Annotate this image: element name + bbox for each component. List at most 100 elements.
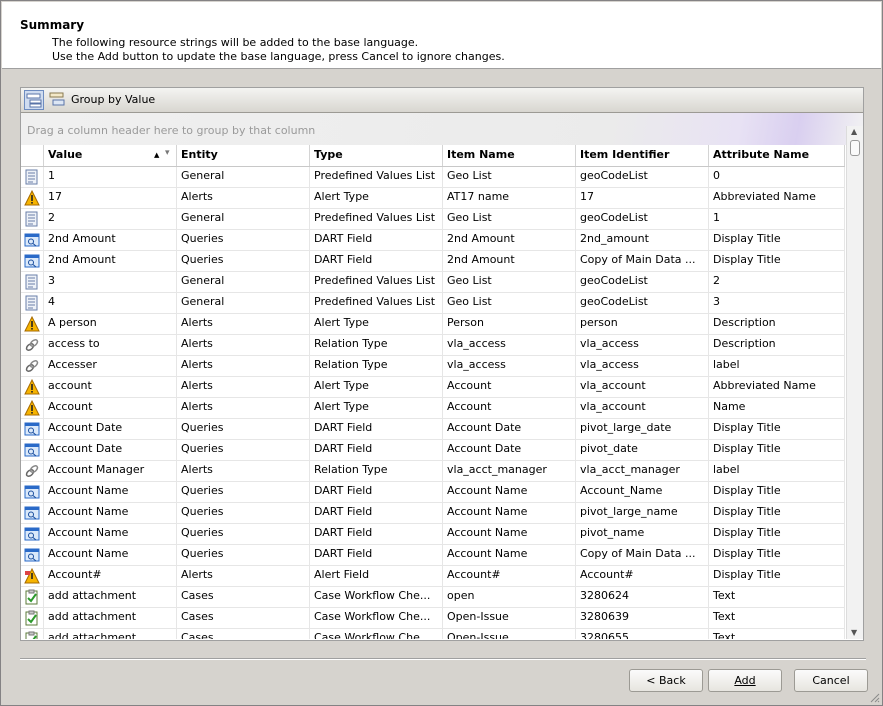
relation-icon: [21, 461, 44, 481]
table-row[interactable]: Account Alerts Alert Type Account vla_accoun…: [21, 398, 845, 419]
group-by-value-button[interactable]: [48, 90, 68, 110]
cell-type: Relation Type: [310, 461, 443, 481]
cell-item-identifier: vla_account: [576, 377, 709, 397]
table-row[interactable]: 2 General Predefined Values List Geo List ge…: [21, 209, 845, 230]
table-row[interactable]: 2nd Amount Queries DART Field 2nd Amount 2nd…: [21, 230, 845, 251]
cell-item-name: Geo List: [443, 293, 576, 313]
cell-item-identifier: person: [576, 314, 709, 334]
cell-value: Account Date: [44, 440, 177, 460]
cell-type: DART Field: [310, 482, 443, 502]
scroll-down-icon[interactable]: ▼: [851, 628, 857, 637]
cell-value: add attachment: [44, 608, 177, 628]
cell-item-identifier: geoCodeList: [576, 272, 709, 292]
cell-item-name: vla_access: [443, 335, 576, 355]
alert-field-icon: [21, 566, 44, 586]
group-drop-area[interactable]: Drag a column header here to group by th…: [21, 113, 863, 145]
table-row[interactable]: Account Date Queries DART Field Account Dat…: [21, 419, 845, 440]
cell-type: Alert Type: [310, 398, 443, 418]
cancel-button[interactable]: Cancel: [794, 669, 868, 692]
column-header-item-identifier[interactable]: Item Identifier: [576, 145, 709, 166]
query-icon: [21, 419, 44, 439]
group-by-value-label[interactable]: Group by Value: [71, 93, 155, 106]
cell-entity: Alerts: [177, 461, 310, 481]
cell-item-identifier: geoCodeList: [576, 293, 709, 313]
cell-type: Alert Type: [310, 188, 443, 208]
table-row[interactable]: Accesser Alerts Relation Type vla_access vla…: [21, 356, 845, 377]
vertical-scrollbar[interactable]: ▲ ▼: [846, 126, 863, 639]
table-row[interactable]: access to Alerts Relation Type vla_access vl…: [21, 335, 845, 356]
cell-item-identifier: 3280655: [576, 629, 709, 639]
table-row[interactable]: 1 General Predefined Values List Geo List ge…: [21, 167, 845, 188]
cell-type: DART Field: [310, 503, 443, 523]
column-header-value[interactable]: Value ▲ ▾: [44, 145, 177, 166]
cell-item-name: Geo List: [443, 167, 576, 187]
table-row[interactable]: Account Name Queries DART Field Account Nam…: [21, 482, 845, 503]
cell-item-identifier: Account_Name: [576, 482, 709, 502]
sort-ascending-icon: ▲: [154, 151, 160, 159]
table-row[interactable]: add attachment Cases Case Workflow Che... O…: [21, 608, 845, 629]
column-header-attribute-name[interactable]: Attribute Name: [709, 145, 845, 166]
scrollbar-thumb[interactable]: [850, 140, 860, 156]
column-header-entity[interactable]: Entity: [177, 145, 310, 166]
table-row[interactable]: Account Name Queries DART Field Account Nam…: [21, 545, 845, 566]
table-row[interactable]: Account# Alerts Alert Field Account# Account…: [21, 566, 845, 587]
table-row[interactable]: 4 General Predefined Values List Geo List ge…: [21, 293, 845, 314]
group-panel-toggle-button[interactable]: [24, 90, 44, 110]
cell-type: Predefined Values List: [310, 209, 443, 229]
alert-icon: [21, 314, 44, 334]
cell-item-identifier: pivot_name: [576, 524, 709, 544]
cell-type: Case Workflow Che...: [310, 629, 443, 639]
add-button[interactable]: Add: [708, 669, 782, 692]
summary-header: Summary The following resource strings w…: [2, 2, 881, 69]
cell-item-identifier: pivot_large_name: [576, 503, 709, 523]
cell-entity: General: [177, 272, 310, 292]
table-row[interactable]: add attachment Cases Case Workflow Che... O…: [21, 629, 845, 639]
cell-entity: General: [177, 167, 310, 187]
cell-entity: General: [177, 209, 310, 229]
cell-type: Relation Type: [310, 356, 443, 376]
cell-item-identifier: vla_account: [576, 398, 709, 418]
column-header-row: Value ▲ ▾ Entity Type Item Name Item Ide…: [21, 145, 845, 167]
cell-value: Account Manager: [44, 461, 177, 481]
table-row[interactable]: 17 Alerts Alert Type AT17 name 17 Abbreviated…: [21, 188, 845, 209]
table-row[interactable]: Account Name Queries DART Field Account Nam…: [21, 524, 845, 545]
scroll-up-icon[interactable]: ▲: [851, 127, 857, 136]
query-icon: [21, 524, 44, 544]
table-row[interactable]: add attachment Cases Case Workflow Che... o…: [21, 587, 845, 608]
table-row[interactable]: Account Name Queries DART Field Account Nam…: [21, 503, 845, 524]
column-header-type[interactable]: Type: [310, 145, 443, 166]
cell-attribute-name: Display Title: [709, 482, 845, 502]
table-row[interactable]: Account Date Queries DART Field Account Dat…: [21, 440, 845, 461]
column-header-item-name[interactable]: Item Name: [443, 145, 576, 166]
query-icon: [21, 230, 44, 250]
table-row[interactable]: account Alerts Alert Type Account vla_accoun…: [21, 377, 845, 398]
cell-entity: Cases: [177, 629, 310, 639]
cell-type: Alert Type: [310, 314, 443, 334]
cell-item-name: Account Name: [443, 545, 576, 565]
cell-entity: Queries: [177, 251, 310, 271]
cell-entity: Alerts: [177, 398, 310, 418]
cell-attribute-name: Display Title: [709, 503, 845, 523]
back-button[interactable]: < Back: [629, 669, 703, 692]
back-button-label: < Back: [646, 674, 686, 687]
list-icon: [21, 167, 44, 187]
cell-value: 4: [44, 293, 177, 313]
cell-value: access to: [44, 335, 177, 355]
cell-entity: Queries: [177, 440, 310, 460]
cell-item-name: Open-Issue: [443, 629, 576, 639]
cell-type: DART Field: [310, 440, 443, 460]
resize-grip-icon[interactable]: [868, 691, 880, 703]
page-title: Summary: [20, 18, 85, 32]
cell-value: Account Name: [44, 545, 177, 565]
cell-type: Alert Type: [310, 377, 443, 397]
cell-type: Predefined Values List: [310, 167, 443, 187]
filter-icon[interactable]: ▾: [165, 143, 170, 163]
table-row[interactable]: Account Manager Alerts Relation Type vla_ac…: [21, 461, 845, 482]
table-row[interactable]: 3 General Predefined Values List Geo List ge…: [21, 272, 845, 293]
cell-attribute-name: Abbreviated Name: [709, 377, 845, 397]
alert-icon: [21, 398, 44, 418]
table-row[interactable]: 2nd Amount Queries DART Field 2nd Amount Cop…: [21, 251, 845, 272]
cell-attribute-name: Display Title: [709, 419, 845, 439]
cell-entity: Alerts: [177, 188, 310, 208]
table-row[interactable]: A person Alerts Alert Type Person person Desc…: [21, 314, 845, 335]
